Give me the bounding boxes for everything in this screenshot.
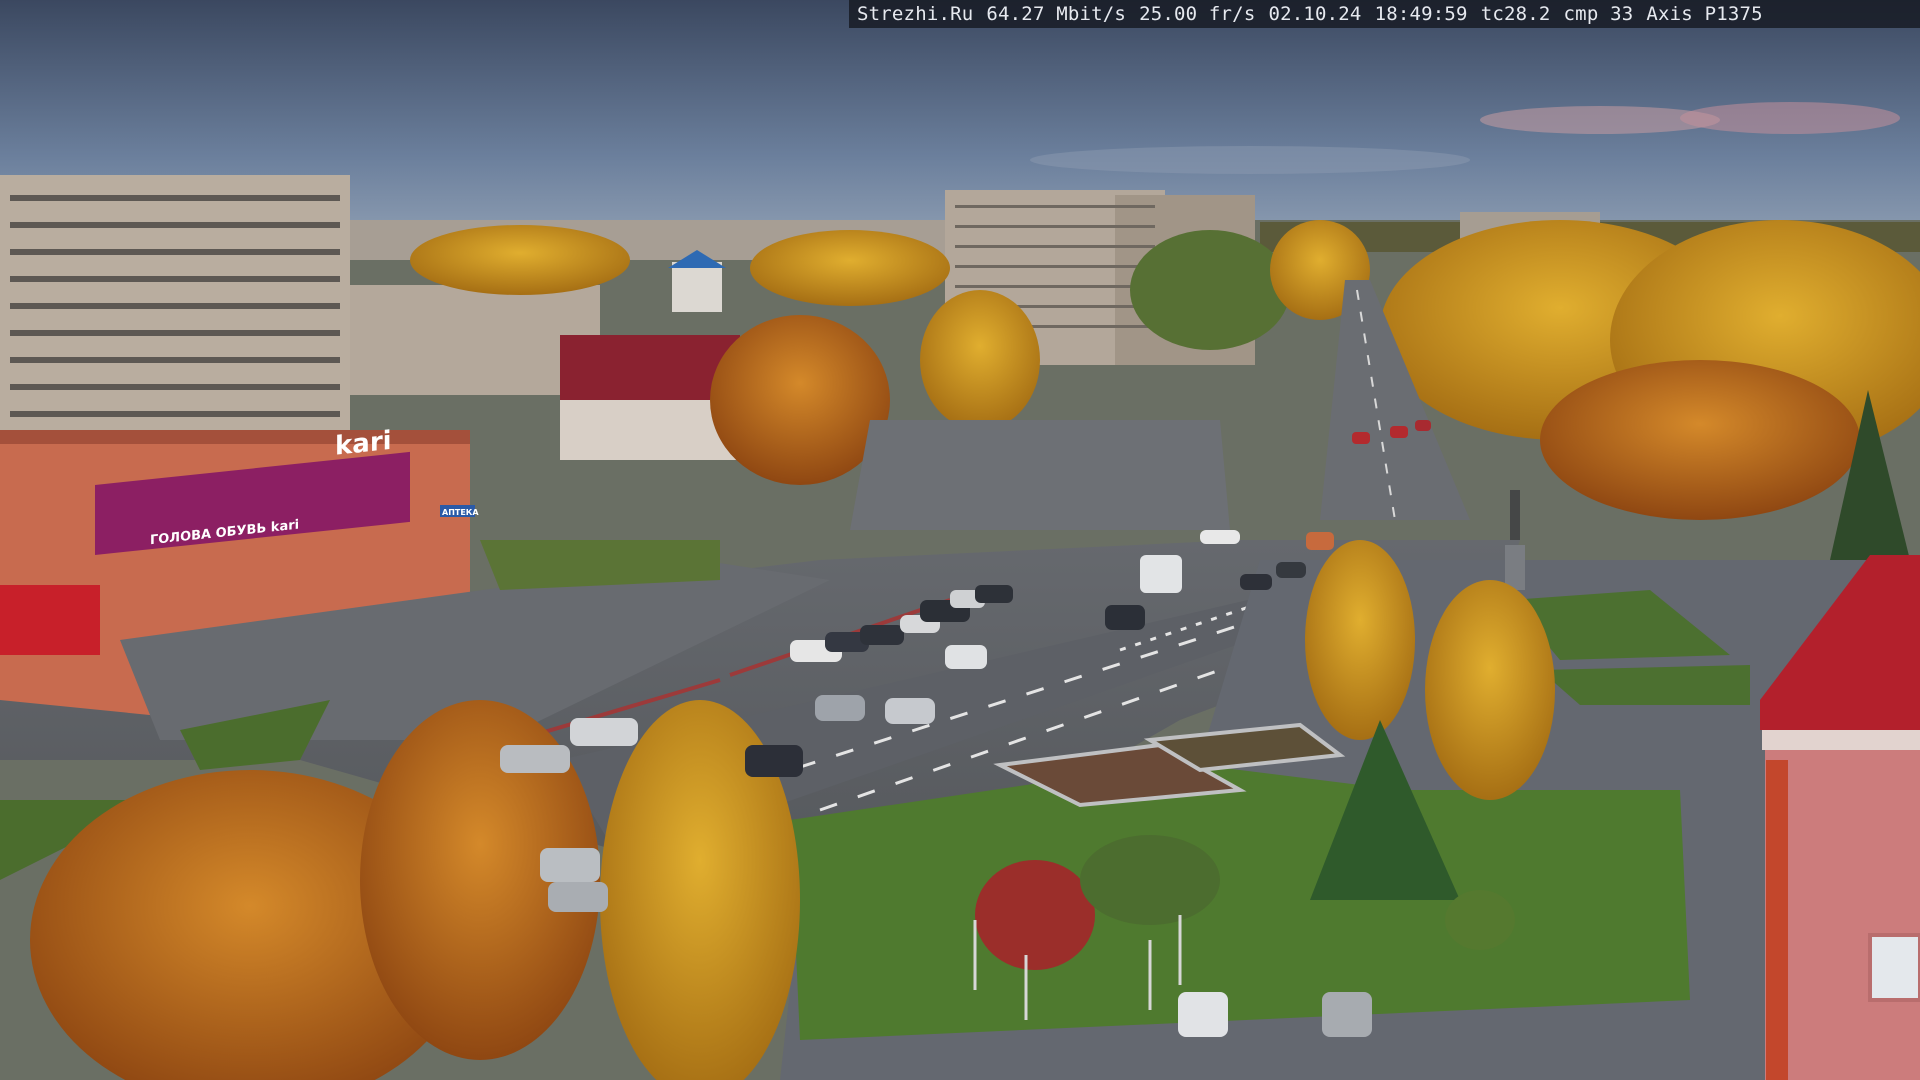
car <box>548 882 608 912</box>
car <box>1322 992 1372 1037</box>
tree-cluster <box>920 290 1040 430</box>
foreground-tree <box>1305 540 1415 740</box>
lawn <box>790 760 1690 1040</box>
car <box>540 848 600 882</box>
car <box>1352 432 1370 444</box>
tree-cluster <box>750 230 950 306</box>
tree-cluster <box>410 225 630 295</box>
car <box>1240 574 1272 590</box>
birch-grove <box>1540 360 1860 520</box>
foreground-tree <box>1425 580 1555 800</box>
overlay-date: 02.10.24 <box>1268 3 1362 25</box>
kari-logo: kari <box>335 426 392 462</box>
camera-overlay-bar: Strezhi.Ru 64.27 Mbit/s 25.00 fr/s 02.10… <box>849 0 1920 28</box>
pharmacy-sign-text: АПТЕКА <box>442 508 479 517</box>
blue-tower <box>672 262 722 312</box>
overlay-camera: Axis P1375 <box>1646 3 1763 25</box>
car <box>975 585 1013 603</box>
red-awning <box>0 585 100 655</box>
overlay-cmp: cmp 33 <box>1563 3 1634 25</box>
shopping-center-roof <box>0 430 470 444</box>
shrub <box>1080 835 1220 925</box>
webcam-scene: kari ГОЛОВА ОБУВЬ kari АПТЕКА <box>0 0 1920 1080</box>
car <box>745 745 803 777</box>
overlay-bitrate: 64.27 Mbit/s <box>986 3 1127 25</box>
central-square <box>850 420 1230 530</box>
tree-cluster <box>1130 230 1290 350</box>
red-roof-building-trim <box>1762 730 1920 750</box>
car <box>570 718 638 746</box>
car <box>1105 605 1145 630</box>
overlay-tc: tc28.2 <box>1480 3 1551 25</box>
overlay-time: 18:49:59 <box>1374 3 1468 25</box>
facade-banner <box>1766 760 1788 1080</box>
car <box>1415 420 1431 431</box>
overlay-site: Strezhi.Ru <box>857 3 974 25</box>
car <box>1200 530 1240 544</box>
car <box>815 695 865 721</box>
shrub <box>1445 890 1515 950</box>
car <box>1178 992 1228 1037</box>
car <box>500 745 570 773</box>
window <box>1868 933 1920 1002</box>
cloud <box>1030 146 1470 174</box>
cloud-pink <box>1680 102 1900 134</box>
car <box>885 698 935 724</box>
car <box>1276 562 1306 578</box>
red-shrub <box>975 860 1095 970</box>
monument-statue <box>1510 490 1520 540</box>
van <box>1140 555 1182 593</box>
camera-frame: kari ГОЛОВА ОБУВЬ kari АПТЕКА Strezhi.Ru… <box>0 0 1920 1080</box>
overlay-framerate: 25.00 fr/s <box>1139 3 1256 25</box>
red-roof-building <box>1765 730 1920 1080</box>
car <box>945 645 987 669</box>
car <box>1390 426 1408 438</box>
monument-pedestal <box>1505 545 1525 590</box>
car <box>1306 532 1334 550</box>
car <box>860 625 904 645</box>
